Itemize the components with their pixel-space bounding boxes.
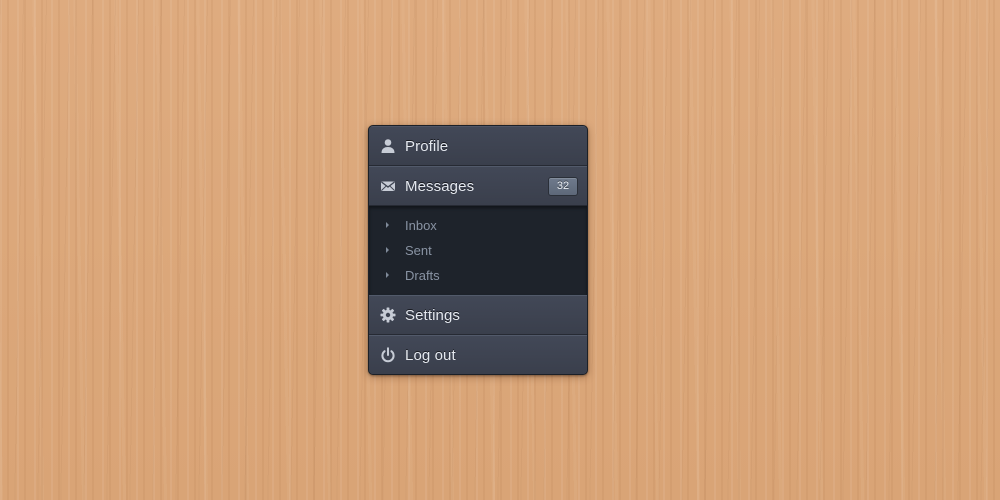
messages-submenu: Inbox Sent Drafts (369, 206, 587, 295)
menu-item-label: Settings (405, 306, 460, 324)
dropdown-menu: Profile Messages 32 Inbox Sent Drafts Se… (368, 125, 588, 375)
menu-item-profile[interactable]: Profile (369, 126, 587, 166)
submenu-item-label: Drafts (405, 268, 440, 283)
submenu-item-sent[interactable]: Sent (369, 239, 587, 263)
menu-item-settings[interactable]: Settings (369, 295, 587, 335)
submenu-item-drafts[interactable]: Drafts (369, 264, 587, 288)
arrow-right-icon (386, 272, 389, 278)
arrow-right-icon (386, 247, 389, 253)
submenu-item-label: Inbox (405, 218, 437, 233)
menu-item-label: Messages (405, 177, 475, 195)
menu-item-label: Log out (405, 346, 456, 364)
arrow-right-icon (386, 222, 389, 228)
menu-item-logout[interactable]: Log out (369, 335, 587, 374)
unread-count-badge: 32 (548, 177, 578, 196)
power-icon (380, 347, 396, 363)
submenu-item-inbox[interactable]: Inbox (369, 214, 587, 238)
menu-item-messages[interactable]: Messages 32 (369, 166, 587, 206)
submenu-item-label: Sent (405, 243, 432, 258)
user-icon (380, 138, 396, 154)
gear-icon (380, 307, 396, 323)
menu-item-label: Profile (405, 137, 449, 155)
envelope-icon (380, 178, 396, 194)
